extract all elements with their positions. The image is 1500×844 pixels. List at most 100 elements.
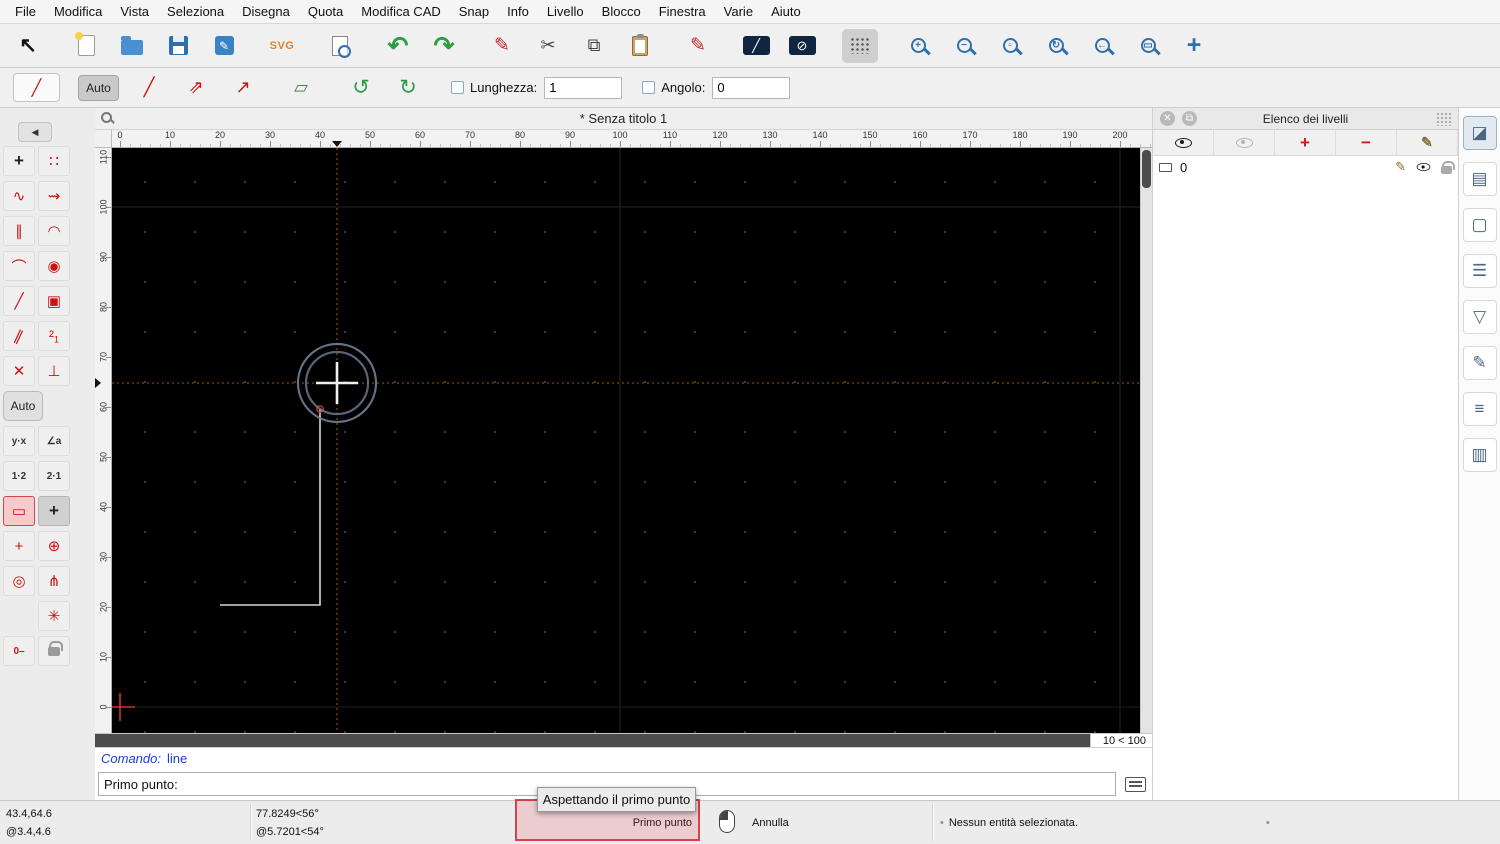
zoom-auto-button[interactable]: ▫	[992, 29, 1028, 63]
edit-layer-button[interactable]: ✎	[1397, 130, 1458, 155]
add-layer-button[interactable]: +	[1275, 130, 1336, 155]
auto-mode-button[interactable]: Auto	[78, 74, 119, 101]
tool-point[interactable]: +	[3, 146, 35, 176]
ellipse-selection-button[interactable]: ⊘	[784, 29, 820, 63]
pen-edit-button[interactable]: ✎	[680, 29, 716, 63]
delete-button[interactable]: ✎	[484, 29, 520, 63]
tool-point-grid[interactable]: ∷	[38, 146, 70, 176]
snap-grid-points[interactable]: +	[3, 531, 35, 561]
horizontal-scroll-thumb[interactable]	[95, 734, 1090, 747]
view-list-panel-button[interactable]: ☰	[1462, 254, 1497, 288]
menu-item[interactable]: Info	[498, 4, 538, 19]
menu-item[interactable]: Livello	[538, 4, 593, 19]
zoom-previous-button[interactable]: ←	[1084, 29, 1120, 63]
cut-button[interactable]: ✂	[530, 29, 566, 63]
open-file-button[interactable]	[114, 29, 150, 63]
menu-item[interactable]: Varie	[715, 4, 762, 19]
tool-parallel-lines[interactable]: ∥	[3, 216, 35, 246]
layer-row[interactable]: 0 ✎	[1153, 156, 1458, 178]
copy-button[interactable]: ⧉	[576, 29, 612, 63]
coord-relative-1-2[interactable]: 1·2	[3, 461, 35, 491]
line-mode-angle[interactable]: ↗	[226, 73, 260, 103]
snap-angle-rays[interactable]: ⋔	[38, 566, 70, 596]
redo-segment-button[interactable]: ↻	[391, 73, 425, 103]
clipboard-panel-button[interactable]: ▥	[1462, 438, 1497, 472]
tool-polyline-segments[interactable]: ⇝	[38, 181, 70, 211]
angle-input[interactable]	[712, 76, 791, 99]
tool-rect-corner[interactable]: ▣	[38, 286, 70, 316]
line-mode-segments[interactable]: ⇗	[179, 73, 213, 103]
remove-layer-button[interactable]: −	[1336, 130, 1397, 155]
menu-item[interactable]: Finestra	[650, 4, 715, 19]
tool-circle-center[interactable]: ◉	[38, 251, 70, 281]
vertical-scroll-thumb[interactable]	[1142, 150, 1151, 188]
print-preview-button[interactable]	[322, 29, 358, 63]
line-selection-button[interactable]: ╱	[738, 29, 774, 63]
tool-line-endpoint[interactable]: ╱	[3, 286, 35, 316]
coord-cartesian[interactable]: y·x	[3, 426, 35, 456]
tool-spline-points[interactable]: ∿	[3, 181, 35, 211]
menu-item[interactable]: Modifica	[45, 4, 111, 19]
new-file-button[interactable]	[68, 29, 104, 63]
tool-sequence-2-1[interactable]: ²₁	[38, 321, 70, 351]
layer-lock-icon[interactable]	[1441, 160, 1455, 174]
tool-line-cross[interactable]: ✕	[3, 356, 35, 386]
save-button[interactable]	[160, 29, 196, 63]
line-mode-two-points[interactable]: ╱	[132, 73, 166, 103]
snap-center[interactable]: ⊕	[38, 531, 70, 561]
snap-endpoint[interactable]: ◎	[3, 566, 35, 596]
snap-lock[interactable]	[38, 636, 70, 666]
svg-library-button[interactable]: SVG	[264, 29, 300, 63]
paste-button[interactable]	[622, 29, 658, 63]
snap-selected-entity[interactable]: ▭	[3, 496, 35, 526]
menu-item[interactable]: File	[6, 4, 45, 19]
pan-button[interactable]: +	[1176, 29, 1212, 63]
panel-drag-grip[interactable]	[1436, 112, 1452, 126]
polyline-mode-button[interactable]: ▱	[284, 73, 318, 103]
zoom-in-button[interactable]: +	[900, 29, 936, 63]
snap-free[interactable]: +	[38, 496, 70, 526]
layer-list-panel-button[interactable]: ▤	[1462, 162, 1497, 196]
layer-edit-icon[interactable]: ✎	[1395, 159, 1406, 175]
grid-toggle-button[interactable]	[842, 28, 878, 63]
menu-item[interactable]: Quota	[299, 4, 352, 19]
menu-item[interactable]: Seleziona	[158, 4, 233, 19]
angle-checkbox[interactable]	[642, 81, 656, 94]
command-history-panel-button[interactable]: ≡	[1462, 392, 1497, 426]
tool-perpendicular[interactable]: ⊥	[38, 356, 70, 386]
drawing-canvas[interactable]	[112, 148, 1140, 733]
menu-item[interactable]: Blocco	[593, 4, 650, 19]
layer-visibility-icon[interactable]	[1416, 163, 1431, 171]
auto-snap-button[interactable]: Auto	[3, 391, 43, 421]
console-toggle-icon[interactable]	[1125, 776, 1146, 792]
menu-item[interactable]: Vista	[111, 4, 158, 19]
length-input[interactable]	[544, 76, 623, 99]
edit-drawing-button[interactable]: ✎	[206, 29, 242, 63]
menu-item[interactable]: Snap	[450, 4, 498, 19]
coord-relative-2-1[interactable]: 2·1	[38, 461, 70, 491]
menu-item[interactable]: Disegna	[233, 4, 299, 19]
vertical-scrollbar[interactable]	[1140, 148, 1152, 733]
palette-collapse-button[interactable]: ◀	[18, 122, 52, 142]
library-browser-panel-button[interactable]: ✎	[1462, 346, 1497, 380]
block-list-panel-button[interactable]: ▢	[1462, 208, 1497, 242]
hide-all-layers-button[interactable]	[1214, 130, 1275, 155]
length-checkbox[interactable]	[451, 81, 464, 94]
selection-filter-panel-button[interactable]: ▽	[1462, 300, 1497, 334]
tool-arc-endpoint[interactable]: ◠	[38, 216, 70, 246]
tool-hatch-lines[interactable]: ∥	[3, 321, 35, 351]
undo-segment-button[interactable]: ↺	[344, 73, 378, 103]
menu-item[interactable]: Aiuto	[762, 4, 810, 19]
property-editor-panel-button[interactable]: ◪	[1462, 116, 1497, 150]
snap-auto-intersection[interactable]: ✳	[38, 601, 70, 631]
select-cursor-button[interactable]: ↖	[10, 29, 46, 63]
zoom-window-button[interactable]: ▭	[1130, 29, 1166, 63]
show-all-layers-button[interactable]	[1153, 130, 1214, 155]
zoom-out-button[interactable]: −	[946, 29, 982, 63]
menu-item[interactable]: Modifica CAD	[352, 4, 449, 19]
coord-angle[interactable]: ∠a	[38, 426, 70, 456]
horizontal-scrollbar[interactable]: 10 < 100	[95, 733, 1152, 747]
current-tool-indicator[interactable]: ╱	[13, 73, 60, 102]
tool-tangent-arc[interactable]: ⌒	[3, 251, 35, 281]
zoom-redraw-button[interactable]: ↻	[1038, 29, 1074, 63]
